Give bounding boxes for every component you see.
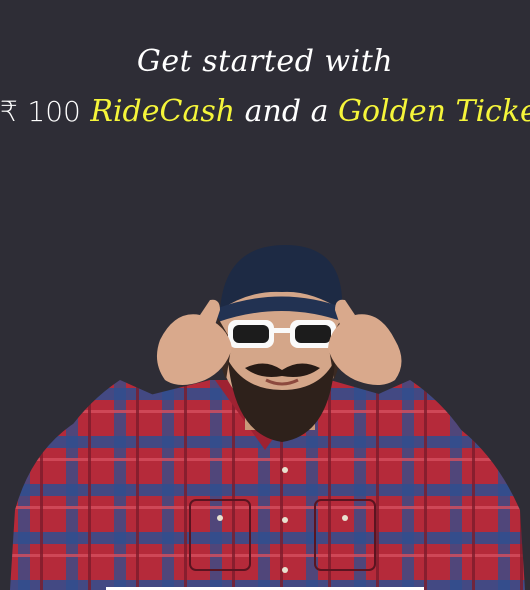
and-a-text: and a [244,94,329,129]
right-pocket [314,499,376,571]
headline-line-2: ₹ 100 RideCash and a Golden Ticket. [0,90,530,134]
headline-line-1: Get started with [136,44,394,79]
left-pocket [189,499,251,571]
ridecash-label: RideCash [90,94,236,129]
man-with-sunglasses-illustration [10,245,525,590]
promo-screen: Get started with ₹ 100 RideCash and a Go… [0,0,530,590]
rupee-symbol: ₹ [0,95,18,128]
golden-ticket-label: Golden Ticket [338,94,530,129]
ridecash-amount: 100 [27,95,81,128]
promo-headline: Get started with ₹ 100 RideCash and a Go… [0,40,530,134]
right-hand [328,314,402,385]
